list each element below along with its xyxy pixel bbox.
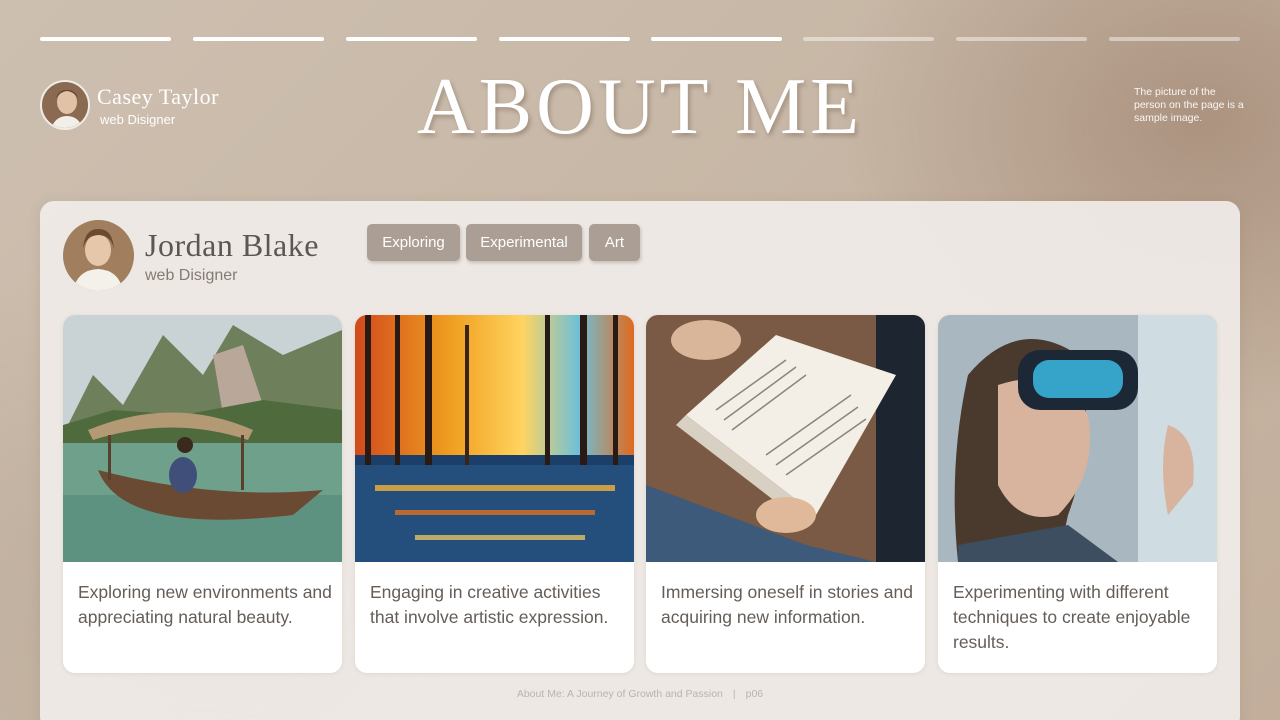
card-description: Experimenting with different techniques … — [953, 582, 1191, 652]
interest-card: Engaging in creative activities that inv… — [355, 315, 634, 673]
progress-segment — [803, 37, 934, 41]
boat-on-lake-photo — [63, 315, 342, 562]
open-book-reading-photo — [646, 315, 925, 562]
progress-segment — [40, 37, 171, 41]
footer-separator: | — [732, 688, 736, 700]
interest-card: Exploring new environments and appreciat… — [63, 315, 342, 673]
vr-headset-person-photo — [938, 315, 1217, 562]
image-disclaimer: The picture of the person on the page is… — [1134, 86, 1244, 124]
person-portrait-icon — [63, 220, 134, 291]
interest-card: Immersing oneself in stories and acquiri… — [646, 315, 925, 673]
card-description: Exploring new environments and appreciat… — [78, 582, 332, 627]
avatar — [63, 220, 134, 291]
card-description: Engaging in creative activities that inv… — [370, 582, 609, 627]
profile-role: web Disigner — [145, 267, 238, 284]
progress-segment — [651, 37, 782, 41]
page-title: ABOUT ME — [416, 63, 864, 151]
progress-indicator — [40, 37, 1240, 43]
progress-segment — [499, 37, 630, 41]
page-number: p06 — [745, 688, 764, 700]
progress-segment — [956, 37, 1087, 41]
autumn-forest-painting — [355, 315, 634, 562]
tag-experimental[interactable]: Experimental — [466, 224, 582, 261]
progress-segment — [193, 37, 324, 41]
tag-art[interactable]: Art — [589, 224, 640, 261]
profile-name: Jordan Blake — [145, 227, 319, 263]
interest-card: Experimenting with different techniques … — [938, 315, 1217, 673]
tag-exploring[interactable]: Exploring — [367, 224, 460, 261]
progress-segment — [346, 37, 477, 41]
page-footer: About Me: A Journey of Growth and Passio… — [0, 688, 1280, 700]
profile-panel: Jordan Blake web Disigner Exploring Expe… — [40, 201, 1240, 720]
footer-caption: About Me: A Journey of Growth and Passio… — [516, 688, 723, 700]
progress-segment — [1109, 37, 1240, 41]
card-description: Immersing oneself in stories and acquiri… — [661, 582, 913, 627]
